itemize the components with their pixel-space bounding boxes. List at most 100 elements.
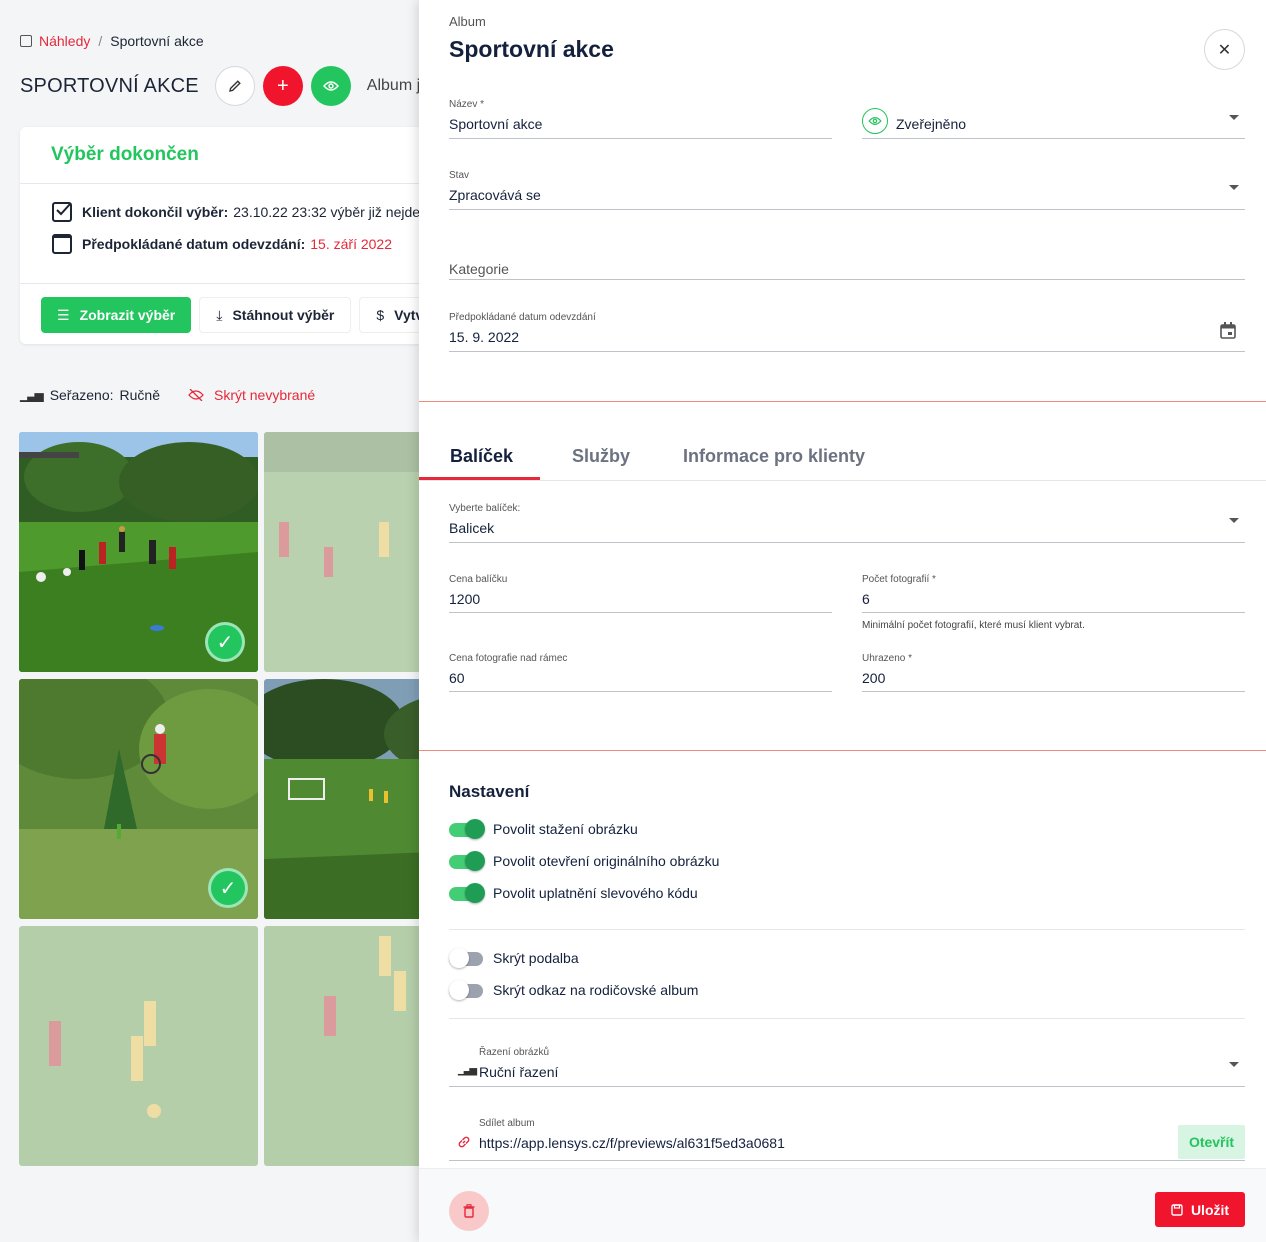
settings-title: Nastavení: [449, 782, 530, 801]
photo-count-input[interactable]: Počet fotografií * 6: [862, 571, 1245, 613]
switch-allow-discount-code[interactable]: Povolit uplatnění slevového kódu: [449, 883, 698, 903]
panel-content[interactable]: Album Sportovní akce ✕ Název * Sportovní…: [419, 0, 1266, 1168]
client-finished-line: Klient dokončil výběr: 23.10.22 23:32 vý…: [52, 202, 432, 222]
delete-button[interactable]: [449, 1191, 489, 1231]
photo-image: [264, 679, 419, 919]
download-icon: ⤓: [216, 306, 223, 323]
share-album-field[interactable]: Sdílet album https://app.lensys.cz/f/pre…: [449, 1115, 1245, 1161]
panel-title: Sportovní akce: [449, 36, 614, 62]
toggle-switch[interactable]: [449, 851, 485, 871]
sort-value[interactable]: Ručně: [120, 387, 160, 403]
photo-count-value: 6: [862, 591, 870, 607]
active-tab-indicator: [419, 477, 540, 480]
link-icon: [458, 1136, 470, 1148]
close-button[interactable]: ✕: [1204, 29, 1245, 70]
save-button[interactable]: Uložit: [1155, 1192, 1245, 1227]
due-date-input[interactable]: Předpokládané datum odevzdání 15. 9. 202…: [449, 309, 1245, 352]
section-divider: [419, 401, 1266, 402]
image-icon: [20, 35, 32, 47]
calendar-icon[interactable]: [1220, 322, 1236, 339]
tab-informace-pro-klienty[interactable]: Informace pro klienty: [683, 446, 865, 467]
toggle-switch[interactable]: [449, 980, 485, 1000]
section-divider: [419, 750, 1266, 751]
download-selection-button[interactable]: ⤓ Stáhnout výběr: [199, 297, 352, 333]
share-album-url: https://app.lensys.cz/f/previews/al631f5…: [479, 1135, 785, 1151]
due-date-label: Předpokládané datum odevzdání: [449, 312, 596, 323]
package-price-label: Cena balíčku: [449, 574, 508, 585]
switch-allow-open-original[interactable]: Povolit otevření originálního obrázku: [449, 851, 719, 871]
name-field-label: Název *: [449, 99, 485, 110]
extra-photo-price-input[interactable]: Cena fotografie nad rámec 60: [449, 650, 832, 692]
chevron-down-icon: [1229, 185, 1239, 190]
switch-hide-parent-link[interactable]: Skrýt odkaz na rodičovské album: [449, 980, 698, 1000]
card-divider: [20, 283, 440, 284]
settings-divider: [449, 1018, 1245, 1019]
sort-icon: ▁▃▅: [458, 1065, 477, 1076]
hide-unselected-label: Skrýt nevybrané: [213, 387, 316, 403]
photo-thumbnail[interactable]: [19, 926, 258, 1166]
edit-button[interactable]: [214, 66, 255, 106]
paid-input[interactable]: Uhrazeno * 200: [862, 650, 1245, 692]
add-button[interactable]: +: [262, 66, 303, 106]
page-title: SPORTOVNÍ AKCE: [20, 74, 199, 97]
photo-thumbnail[interactable]: [264, 679, 419, 919]
state-select[interactable]: Stav Zpracovává se: [449, 167, 1245, 210]
visibility-button[interactable]: [310, 66, 351, 106]
extra-photo-price-value: 60: [449, 670, 465, 686]
category-input[interactable]: Kategorie: [449, 250, 1245, 280]
package-select-label: Vyberte balíček:: [449, 503, 521, 514]
paid-value: 200: [862, 670, 886, 686]
switch-allow-download[interactable]: Povolit stažení obrázku: [449, 819, 638, 839]
card-divider: [20, 183, 440, 184]
toggle-switch[interactable]: [449, 883, 485, 903]
selected-check-icon: ✓: [205, 622, 245, 662]
trash-icon: [463, 1204, 475, 1218]
album-edit-panel: Album Sportovní akce ✕ Název * Sportovní…: [419, 0, 1266, 1242]
eye-icon: [862, 108, 888, 134]
show-selection-button[interactable]: ☰ Zobrazit výběr: [41, 297, 192, 333]
panel-footer: Uložit: [419, 1168, 1266, 1242]
photo-thumbnail[interactable]: [264, 432, 419, 672]
package-price-value: 1200: [449, 591, 481, 607]
breadcrumb: Náhledy / Sportovní akce: [20, 33, 204, 49]
hide-unselected-button[interactable]: Skrýt nevybrané: [188, 387, 315, 403]
switch-hide-subalbums[interactable]: Skrýt podalba: [449, 948, 579, 968]
name-field[interactable]: Název * Sportovní akce: [449, 96, 832, 139]
client-finished-label: Klient dokončil výběr:: [82, 204, 229, 220]
image-sort-select[interactable]: Řazení obrázků ▁▃▅ Ruční řazení: [449, 1044, 1245, 1087]
share-album-label: Sdílet album: [479, 1118, 535, 1129]
package-select-value: Balicek: [449, 520, 495, 536]
open-album-button[interactable]: Otevřít: [1178, 1125, 1245, 1159]
package-price-input[interactable]: Cena balíčku 1200: [449, 571, 832, 613]
photo-count-helper: Minimální počet fotografií, které musí k…: [862, 620, 1085, 631]
visibility-select[interactable]: Zveřejněno: [862, 108, 1245, 139]
selected-check-icon: ✓: [208, 868, 248, 908]
toggle-switch[interactable]: [449, 948, 485, 968]
tab-sluzby[interactable]: Služby: [572, 446, 630, 467]
show-selection-label: Zobrazit výběr: [79, 307, 176, 323]
package-select[interactable]: Vyberte balíček: Balicek: [449, 500, 1245, 543]
checkbox-icon: [52, 202, 72, 222]
selection-card-title: Výběr dokončen: [51, 144, 199, 165]
switch-label: Skrýt podalba: [493, 950, 579, 966]
photo-grid: ✓ ✓: [19, 432, 419, 1166]
photo-image: [264, 926, 419, 1166]
state-value: Zpracovává se: [449, 187, 541, 203]
photo-image: [264, 432, 419, 672]
photo-thumbnail[interactable]: ✓: [19, 432, 258, 672]
photo-thumbnail[interactable]: [264, 926, 419, 1166]
tab-balicek[interactable]: Balíček: [450, 446, 513, 467]
switch-label: Povolit uplatnění slevového kódu: [493, 885, 698, 901]
photo-thumbnail[interactable]: ✓: [19, 679, 258, 919]
calendar-icon: [52, 234, 72, 254]
plus-icon: +: [276, 74, 289, 97]
switch-label: Povolit otevření originálního obrázku: [493, 853, 720, 869]
breadcrumb-link-nahledy[interactable]: Náhledy: [39, 33, 90, 49]
selection-card-actions: ☰ Zobrazit výběr ⤓ Stáhnout výběr $ Vytv: [41, 297, 440, 333]
expected-date-label: Předpokládané datum odevzdání:: [82, 236, 306, 252]
dollar-icon: $: [376, 307, 385, 323]
sort-label: Seřazeno:: [49, 387, 114, 403]
chevron-down-icon: [1229, 518, 1239, 523]
image-sort-value: Ruční řazení: [479, 1064, 559, 1080]
toggle-switch[interactable]: [449, 819, 485, 839]
